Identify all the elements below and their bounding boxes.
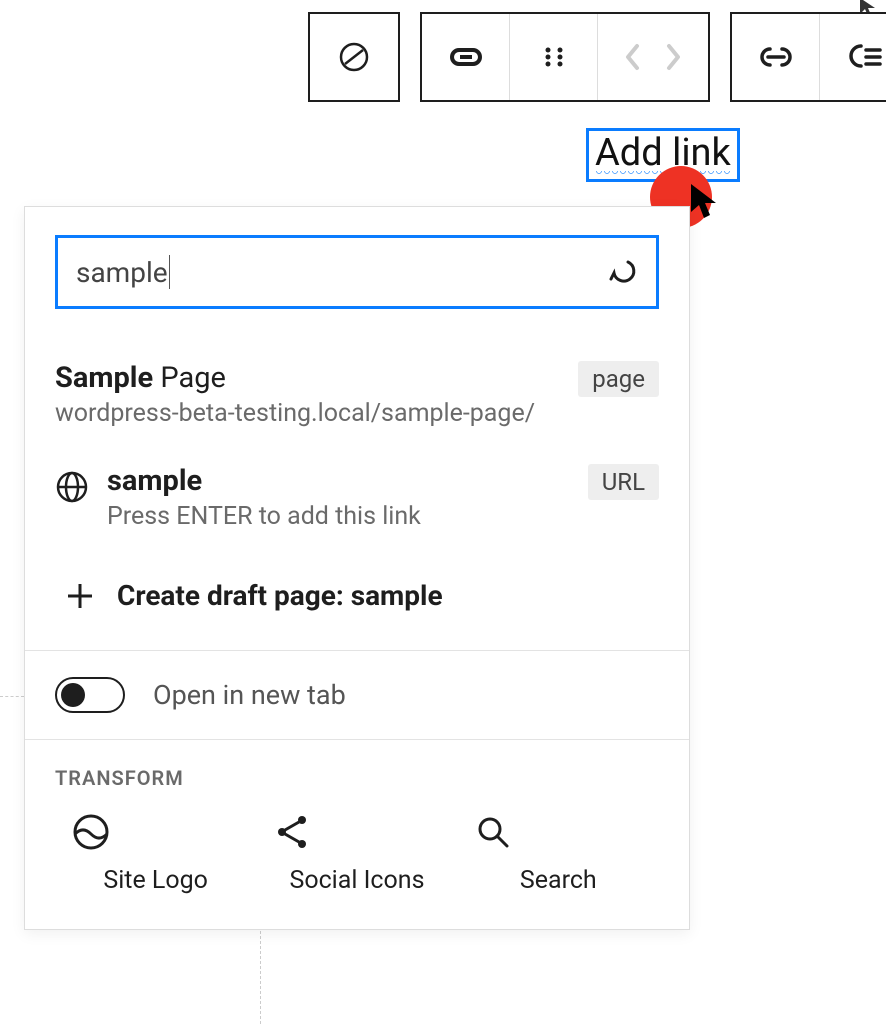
toolbar-group-block-type <box>308 12 400 102</box>
block-toolbar <box>308 12 886 102</box>
open-new-tab-label: Open in new tab <box>153 679 346 711</box>
transform-heading: TRANSFORM <box>55 766 659 790</box>
result-url: wordpress-beta-testing.local/sample-page… <box>55 399 560 428</box>
result-title: sample <box>107 464 570 498</box>
transform-site-logo[interactable]: Site Logo <box>71 812 241 895</box>
link-popover: sample Sample Page wordpress-beta-testin… <box>24 206 690 930</box>
transform-search[interactable]: Search <box>473 812 643 895</box>
link-button[interactable] <box>422 14 510 100</box>
link-results: Sample Page wordpress-beta-testing.local… <box>25 337 689 651</box>
result-title: Sample Page <box>55 361 560 395</box>
block-type-button[interactable] <box>310 14 398 100</box>
submenu-button[interactable] <box>820 14 886 100</box>
transform-section: TRANSFORM Site Logo Social Icons Search <box>25 740 689 929</box>
result-type-badge: page <box>578 361 659 397</box>
insert-link-button[interactable] <box>732 14 820 100</box>
result-hint: Press ENTER to add this link <box>107 502 570 531</box>
submit-icon[interactable] <box>608 257 638 287</box>
move-right-button[interactable] <box>664 43 682 71</box>
link-search-field[interactable]: sample <box>55 235 659 309</box>
open-new-tab-row: Open in new tab <box>25 651 689 740</box>
plus-icon <box>65 581 95 611</box>
transform-social-icons[interactable]: Social Icons <box>272 812 442 895</box>
layout-guide <box>0 696 24 697</box>
site-logo-icon <box>71 812 241 852</box>
move-left-button[interactable] <box>624 43 642 71</box>
open-new-tab-toggle[interactable] <box>55 677 125 713</box>
toolbar-group-actions <box>730 12 886 102</box>
link-result[interactable]: Sample Page wordpress-beta-testing.local… <box>55 343 659 446</box>
toolbar-group-nav <box>420 12 710 102</box>
nav-link-label: Add link <box>595 131 731 175</box>
link-result[interactable]: sample Press ENTER to add this link URL <box>55 446 659 549</box>
share-icon <box>272 812 442 852</box>
search-icon <box>473 812 643 852</box>
drag-handle-button[interactable] <box>510 14 598 100</box>
search-input-value: sample <box>76 256 168 289</box>
globe-icon <box>55 470 89 504</box>
result-type-badge: URL <box>588 464 659 500</box>
move-buttons <box>598 14 708 100</box>
create-draft-page[interactable]: Create draft page: sample <box>55 549 659 616</box>
